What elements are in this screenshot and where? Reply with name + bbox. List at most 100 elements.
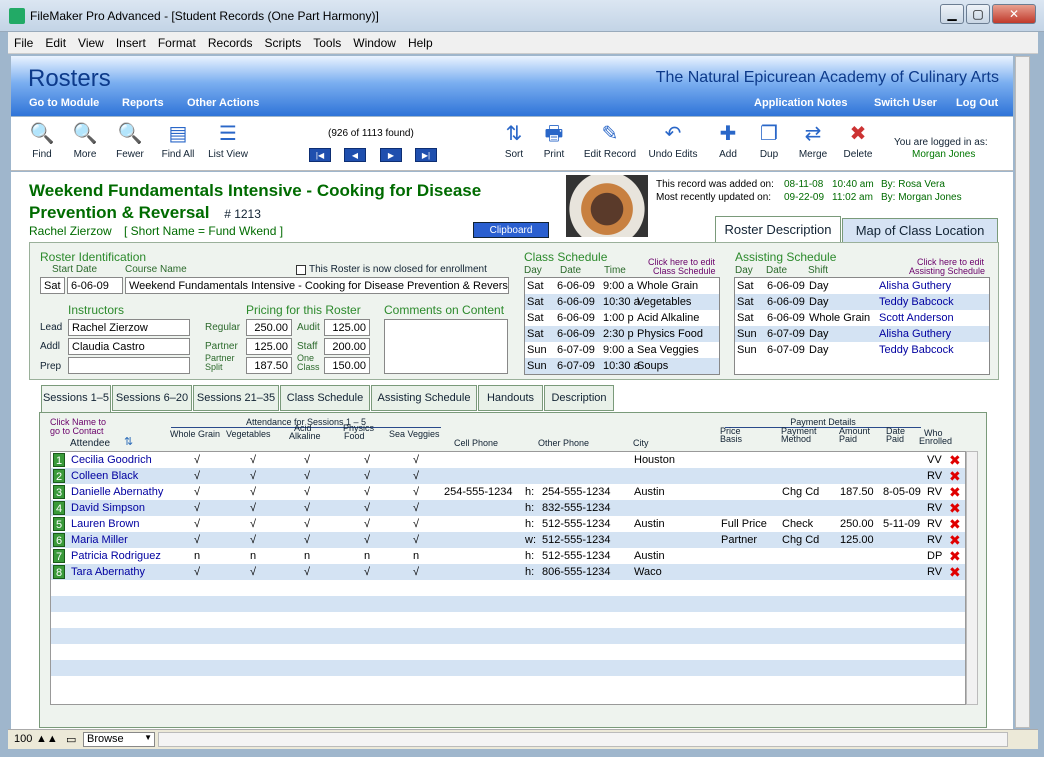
reports-link[interactable]: Reports — [122, 97, 164, 109]
attendee-portal[interactable]: 1 Cecilia Goodrich √ √ √ √ √ Houston VV ✖ 2 Colleen… — [50, 451, 966, 705]
attendance-mark[interactable]: √ — [304, 500, 310, 516]
menu-view[interactable]: View — [72, 32, 110, 50]
delete-row-icon[interactable]: ✖ — [949, 452, 961, 468]
attendee-name-link[interactable]: Danielle Abernathy — [71, 484, 163, 500]
attendee-name-link[interactable]: Maria Miller — [71, 532, 128, 548]
attendance-mark[interactable]: √ — [304, 452, 310, 468]
tab-sessions-21-35[interactable]: Sessions 21–35 — [193, 385, 279, 411]
start-date-field[interactable]: 6-06-09 — [67, 277, 123, 294]
tab-handouts[interactable]: Handouts — [478, 385, 543, 411]
start-day-field[interactable]: Sat — [40, 277, 65, 294]
attendance-mark[interactable]: √ — [304, 564, 310, 580]
assisting-schedule-row[interactable]: Sat 6-06-09 Day Alisha Guthery — [735, 278, 989, 294]
edit-record-button[interactable]: ✎ Edit Record — [579, 121, 641, 160]
zoom-level[interactable]: 100 — [14, 733, 32, 745]
attendance-mark[interactable]: √ — [194, 500, 200, 516]
attendance-mark[interactable]: √ — [364, 564, 370, 580]
menu-format[interactable]: Format — [152, 32, 202, 50]
tab-roster-description[interactable]: Roster Description — [715, 216, 841, 243]
tab-map-class-location[interactable]: Map of Class Location — [842, 218, 998, 243]
menu-file[interactable]: File — [8, 32, 39, 50]
attendance-mark[interactable]: n — [194, 548, 200, 564]
attendance-mark[interactable]: √ — [413, 468, 419, 484]
horizontal-scrollbar[interactable] — [158, 732, 1008, 747]
comments-field[interactable] — [384, 319, 508, 374]
print-button[interactable]: 🖶 Print — [530, 121, 578, 160]
attendance-mark[interactable]: √ — [304, 532, 310, 548]
delete-row-icon[interactable]: ✖ — [949, 548, 961, 564]
more-button[interactable]: 🔍 More — [61, 121, 109, 160]
attendance-mark[interactable]: √ — [364, 452, 370, 468]
maximize-icon[interactable]: ▢ — [966, 4, 990, 24]
table-row[interactable]: 5 Lauren Brown √ √ √ √ √ h: 512-555-1234 Austin Fu… — [51, 516, 965, 532]
class-schedule-row[interactable]: Sat 6-06-09 1:00 p Acid Alkaline — [525, 310, 719, 326]
attendee-name-link[interactable]: Lauren Brown — [71, 516, 140, 532]
menu-help[interactable]: Help — [402, 32, 439, 50]
tab-sessions-1-5[interactable]: Sessions 1–5 — [41, 385, 111, 413]
attendance-mark[interactable]: √ — [250, 564, 256, 580]
delete-row-icon[interactable]: ✖ — [949, 500, 961, 516]
attendance-mark[interactable]: √ — [364, 500, 370, 516]
prev-record-button[interactable]: ◀ — [344, 148, 366, 162]
attendance-mark[interactable]: √ — [194, 516, 200, 532]
attendance-mark[interactable]: √ — [364, 468, 370, 484]
assisting-schedule-row[interactable]: Sun 6-07-09 Day Teddy Babcock — [735, 342, 989, 358]
window-titlebar[interactable]: FileMaker Pro Advanced - [Student Record… — [0, 0, 1044, 32]
class-schedule-list[interactable]: Sat 6-06-09 9:00 a Whole Grain Sat 6-06-09 10:… — [524, 277, 720, 375]
table-row[interactable]: 6 Maria Miller √ √ √ √ √ w: 512-555-1234 Partner C… — [51, 532, 965, 548]
class-schedule-row[interactable]: Sun 6-07-09 10:30 a Soups — [525, 358, 719, 374]
delete-row-icon[interactable]: ✖ — [949, 484, 961, 500]
zoom-icon[interactable]: ▲▲ — [36, 733, 58, 745]
attendance-mark[interactable]: √ — [413, 452, 419, 468]
attendee-name-link[interactable]: Colleen Black — [71, 468, 138, 484]
row-number[interactable]: 2 — [53, 469, 65, 483]
partner-split-field[interactable]: 187.50 — [246, 357, 292, 374]
menu-scripts[interactable]: Scripts — [259, 32, 308, 50]
menu-records[interactable]: Records — [202, 32, 259, 50]
class-schedule-row[interactable]: Sat 6-06-09 10:30 a Vegetables — [525, 294, 719, 310]
attendance-mark[interactable]: √ — [304, 516, 310, 532]
other-actions-link[interactable]: Other Actions — [187, 97, 259, 109]
delete-row-icon[interactable]: ✖ — [949, 564, 961, 580]
attendance-mark[interactable]: √ — [194, 564, 200, 580]
table-row[interactable]: 4 David Simpson √ √ √ √ √ h: 832-555-1234 RV ✖ — [51, 500, 965, 516]
row-number[interactable]: 5 — [53, 517, 65, 531]
tab-assisting-schedule[interactable]: Assisting Schedule — [371, 385, 477, 411]
undo-edits-button[interactable]: ↶ Undo Edits — [645, 121, 701, 160]
menu-window[interactable]: Window — [347, 32, 402, 50]
staff-price-field[interactable]: 200.00 — [324, 338, 370, 355]
edit-assisting-schedule-link-2[interactable]: Assisting Schedule — [909, 266, 985, 276]
partner-price-field[interactable]: 125.00 — [246, 338, 292, 355]
mode-select[interactable]: Browse ▼ — [83, 732, 155, 747]
delete-button[interactable]: ✖ Delete — [834, 121, 882, 160]
find-button[interactable]: 🔍 Find — [18, 121, 66, 160]
window-scrollbar[interactable] — [1015, 56, 1030, 728]
attendance-mark[interactable]: √ — [194, 484, 200, 500]
last-record-button[interactable]: ▶| — [415, 148, 437, 162]
attendance-mark[interactable]: √ — [413, 516, 419, 532]
application-notes-link[interactable]: Application Notes — [754, 97, 848, 109]
course-name-field[interactable]: Weekend Fundamentals Intensive - Cooking… — [125, 277, 509, 294]
attendance-mark[interactable]: √ — [304, 484, 310, 500]
edit-class-schedule-link-2[interactable]: Class Schedule — [653, 266, 716, 276]
list-view-button[interactable]: ☰ List View — [204, 121, 252, 160]
assisting-schedule-row[interactable]: Sat 6-06-09 Whole Grain Scott Anderson — [735, 310, 989, 326]
fewer-button[interactable]: 🔍 Fewer — [106, 121, 154, 160]
attendance-mark[interactable]: √ — [194, 452, 200, 468]
attendee-name-link[interactable]: Tara Abernathy — [71, 564, 145, 580]
attendance-mark[interactable]: √ — [413, 484, 419, 500]
menu-edit[interactable]: Edit — [39, 32, 72, 50]
table-row[interactable]: 1 Cecilia Goodrich √ √ √ √ √ Houston VV ✖ — [51, 452, 965, 468]
table-row[interactable]: 3 Danielle Abernathy √ √ √ √ √ 254-555-1234 h: 25… — [51, 484, 965, 500]
attendance-mark[interactable]: n — [304, 548, 310, 564]
dup-button[interactable]: ❐ Dup — [745, 121, 793, 160]
minimize-icon[interactable]: ▁ — [940, 4, 964, 24]
tab-class-schedule[interactable]: Class Schedule — [280, 385, 370, 411]
attendance-mark[interactable]: √ — [364, 484, 370, 500]
portal-scrollbar[interactable] — [966, 451, 978, 705]
prep-instructor-field[interactable] — [68, 357, 190, 374]
table-row[interactable]: 2 Colleen Black √ √ √ √ √ RV ✖ — [51, 468, 965, 484]
merge-button[interactable]: ⇄ Merge — [789, 121, 837, 160]
attendance-mark[interactable]: √ — [304, 468, 310, 484]
attendance-mark[interactable]: √ — [250, 452, 256, 468]
